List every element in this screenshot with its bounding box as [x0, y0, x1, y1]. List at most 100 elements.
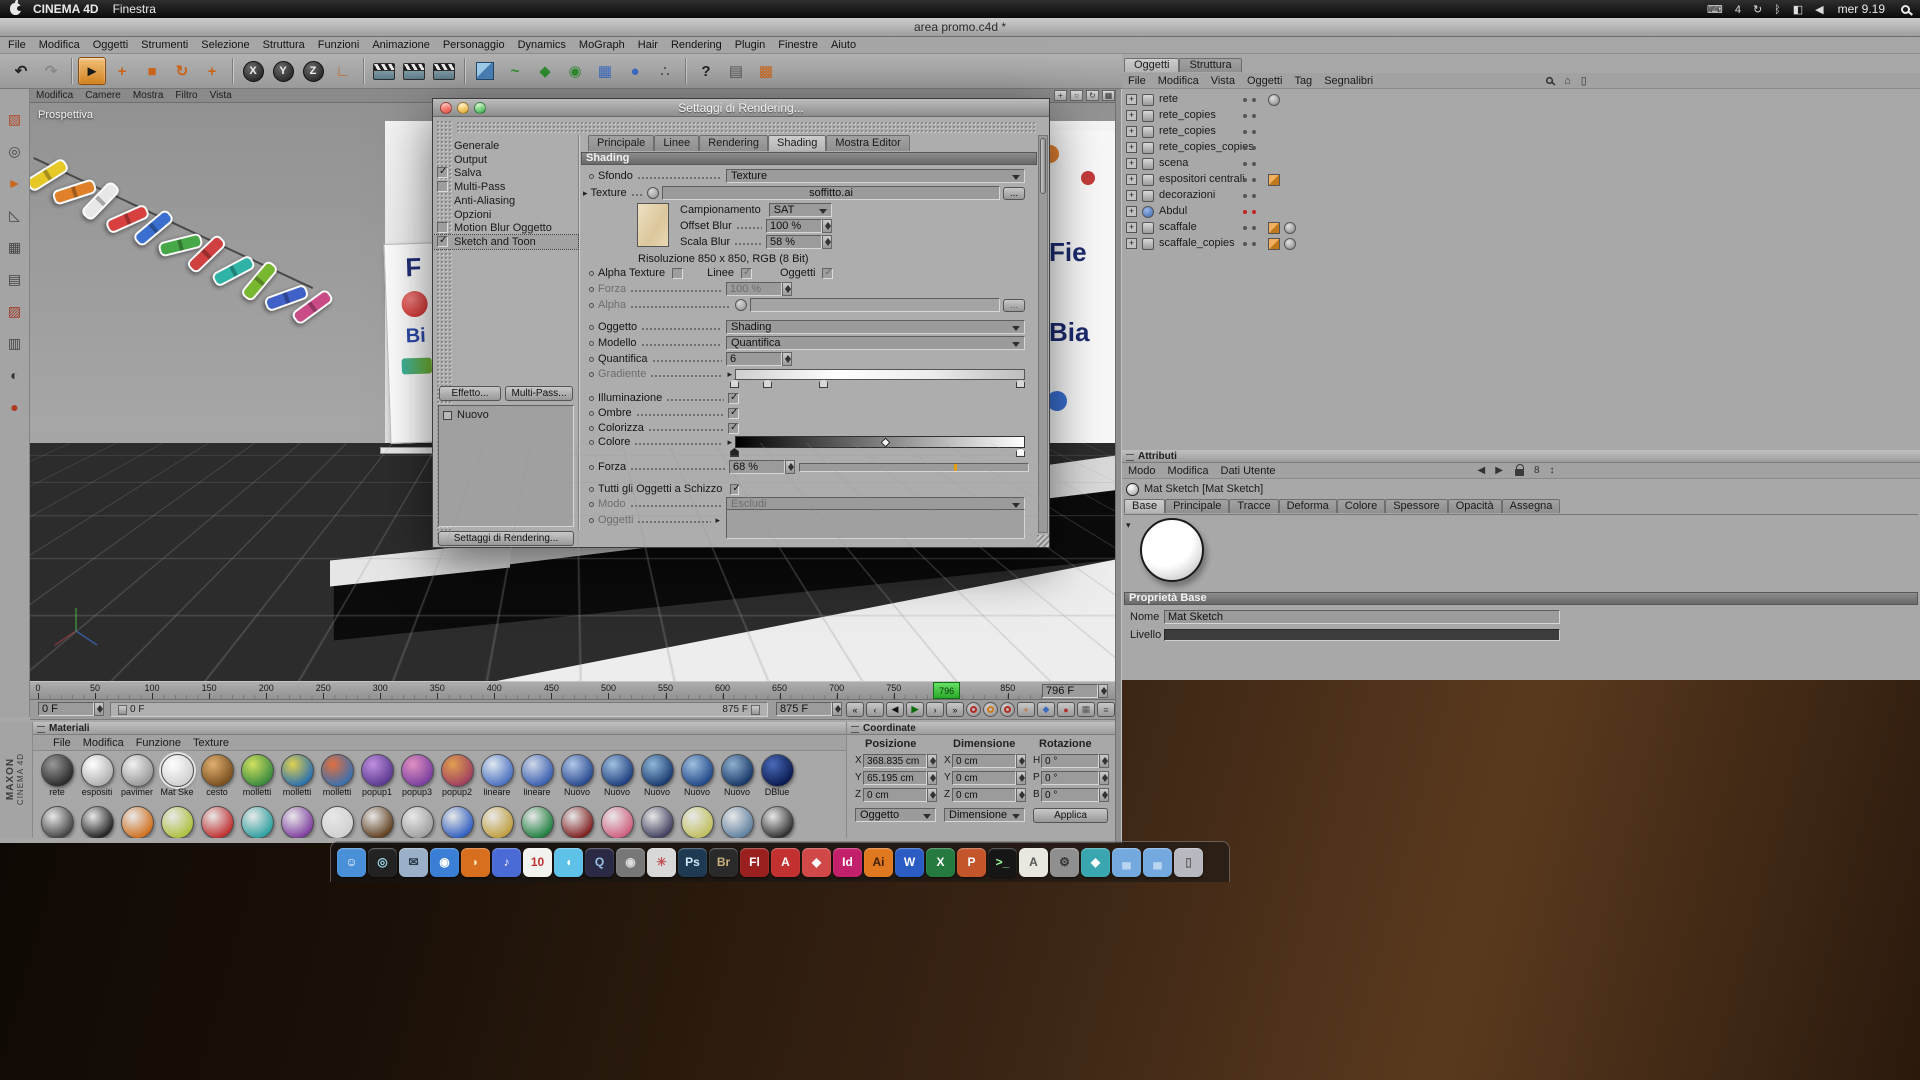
material-sphere[interactable]	[761, 806, 794, 838]
timeline-ruler[interactable]: 0 50 100 150 200 250 300 350 400 450 500…	[30, 681, 1115, 700]
nome-field[interactable]: Mat Sketch	[1164, 610, 1560, 624]
object-tree-item[interactable]: + scaffale_copies	[1122, 236, 1920, 252]
om-layout-icon[interactable]: ▯	[1581, 74, 1587, 87]
expand-icon[interactable]: +	[1126, 158, 1137, 169]
dock-icon-itunes[interactable]: ♪	[492, 848, 521, 877]
lock-y-axis-button[interactable]: Y	[269, 57, 297, 85]
dialog-tab-mostra-editor[interactable]: Mostra Editor	[826, 135, 909, 151]
livello-field[interactable]	[1164, 629, 1560, 641]
display-status-icon[interactable]: ◧	[1793, 4, 1803, 16]
tutti-oggetti-checkbox[interactable]	[730, 484, 739, 495]
app-menu-dynamics[interactable]: Dynamics	[518, 39, 566, 51]
coord-field[interactable]: 0 °	[1041, 771, 1109, 785]
material-item[interactable]	[237, 806, 277, 838]
modello-dropdown[interactable]: Quantifica	[726, 336, 1025, 350]
material-sphere[interactable]	[161, 754, 194, 787]
dock-icon-safari[interactable]: ◉	[430, 848, 459, 877]
material-sphere[interactable]	[121, 754, 154, 787]
expand-icon[interactable]: +	[1126, 238, 1137, 249]
expand-icon[interactable]: +	[1126, 94, 1137, 105]
material-sphere[interactable]	[281, 754, 314, 787]
sidebar-checkbox[interactable]	[437, 167, 448, 178]
viewport-menu-vista[interactable]: Vista	[210, 90, 232, 101]
effects-list[interactable]: Nuovo	[438, 405, 574, 527]
visibility-dots[interactable]	[1243, 98, 1247, 102]
app-menu-rendering[interactable]: Rendering	[671, 39, 722, 51]
om-menu-modifica[interactable]: Modifica	[1158, 75, 1199, 87]
material-item[interactable]	[397, 806, 437, 838]
add-primitive-button[interactable]	[471, 57, 499, 85]
expand-icon[interactable]: ▸	[727, 369, 732, 380]
material-sphere[interactable]	[761, 754, 794, 787]
attr-tab-spessore[interactable]: Spessore	[1385, 499, 1447, 513]
colore-marker[interactable]	[881, 438, 891, 448]
attr-tab-principale[interactable]: Principale	[1165, 499, 1229, 513]
app-menu-mograph[interactable]: MoGraph	[579, 39, 625, 51]
volume-status-icon[interactable]: ◀	[1815, 4, 1823, 16]
material-item[interactable]	[317, 806, 357, 838]
attr-menu-dati-utente[interactable]: Dati Utente	[1221, 465, 1276, 477]
material-item[interactable]: popup2	[437, 754, 477, 797]
materials-menu-funzione[interactable]: Funzione	[136, 737, 181, 749]
add-particles-button[interactable]: ∴	[651, 57, 679, 85]
attr-back-icon[interactable]: ◀	[1478, 465, 1486, 476]
material-sphere[interactable]	[201, 754, 234, 787]
expand-icon[interactable]: +	[1126, 222, 1137, 233]
app-menu[interactable]: CINEMA 4D	[33, 2, 99, 16]
viewport-menu-mostra[interactable]: Mostra	[133, 90, 164, 101]
dock-icon-folder-documents[interactable]: ▄	[1143, 848, 1172, 877]
coord-field[interactable]: 0 °	[1041, 788, 1109, 802]
material-item[interactable]	[757, 806, 797, 838]
material-sphere[interactable]	[721, 806, 754, 838]
material-sphere[interactable]	[601, 754, 634, 787]
keyboard-status-icon[interactable]: ⌨	[1707, 4, 1723, 16]
current-frame-field[interactable]: 796 F	[1042, 684, 1108, 698]
oggetti-checkbox[interactable]	[822, 268, 833, 279]
range-start-field[interactable]: 0 F	[38, 702, 104, 716]
resize-grip[interactable]	[1037, 535, 1049, 547]
sphere-tag-icon[interactable]	[1284, 238, 1296, 250]
arrow-tool-button[interactable]: ►	[3, 171, 27, 195]
om-search-icon[interactable]	[1546, 77, 1553, 84]
material-sphere[interactable]	[641, 806, 674, 838]
range-start-stepper[interactable]	[94, 702, 104, 716]
ombre-checkbox[interactable]	[728, 408, 739, 419]
undo-button[interactable]: ↶	[7, 57, 35, 85]
app-menu-hair[interactable]: Hair	[638, 39, 658, 51]
bluetooth-status-icon[interactable]: ᛒ	[1774, 4, 1781, 16]
scala-blur-field[interactable]: 58 %	[766, 235, 832, 249]
boxes-tool-button[interactable]: ▨	[3, 299, 27, 323]
dock-icon-system-preferences[interactable]: ⚙	[1050, 848, 1079, 877]
sidebar-item-opzioni[interactable]: Opzioni	[433, 208, 578, 222]
material-item[interactable]: Nuovo	[637, 754, 677, 797]
render-active-view-button[interactable]	[370, 57, 398, 85]
object-tree-item[interactable]: + rete_copies	[1122, 124, 1920, 140]
object-tree-item[interactable]: + scena	[1122, 156, 1920, 172]
dock-icon-folder-applications[interactable]: ▄	[1112, 848, 1141, 877]
dialog-scrollbar[interactable]	[1038, 135, 1048, 533]
materials-menu-texture[interactable]: Texture	[193, 737, 229, 749]
dock-icon-flash[interactable]: Fl	[740, 848, 769, 877]
expand-icon[interactable]: ▸	[583, 188, 588, 199]
object-tree-item[interactable]: + espositori centrali	[1122, 172, 1920, 188]
material-item[interactable]: popup1	[357, 754, 397, 797]
range-left-handle[interactable]	[118, 705, 127, 715]
sidebar-checkbox[interactable]	[437, 222, 448, 233]
expand-icon[interactable]: ▸	[715, 515, 720, 526]
autokey-button[interactable]: ●	[1057, 702, 1075, 717]
sfondo-dropdown[interactable]: Texture	[726, 169, 1025, 183]
sidebar-checkbox[interactable]	[437, 181, 448, 192]
cube-tag-icon[interactable]	[1268, 174, 1280, 186]
dock-icon-dvd-player[interactable]: ◉	[616, 848, 645, 877]
record-position-button[interactable]	[966, 702, 981, 717]
add-deformer-button[interactable]: ▦	[591, 57, 619, 85]
range-slider[interactable]: 0 F 875 F	[110, 702, 768, 717]
goto-start-button[interactable]: «	[846, 702, 864, 717]
sphere-tool-button[interactable]: ●	[3, 395, 27, 419]
material-item[interactable]	[357, 806, 397, 838]
colore-knob-white[interactable]	[1016, 448, 1025, 457]
current-frame-marker[interactable]: 796	[933, 682, 960, 699]
om-tab-struttura[interactable]: Struttura	[1179, 58, 1241, 72]
snapshot-button[interactable]: ▦	[1077, 702, 1095, 717]
material-sphere[interactable]	[281, 806, 314, 838]
